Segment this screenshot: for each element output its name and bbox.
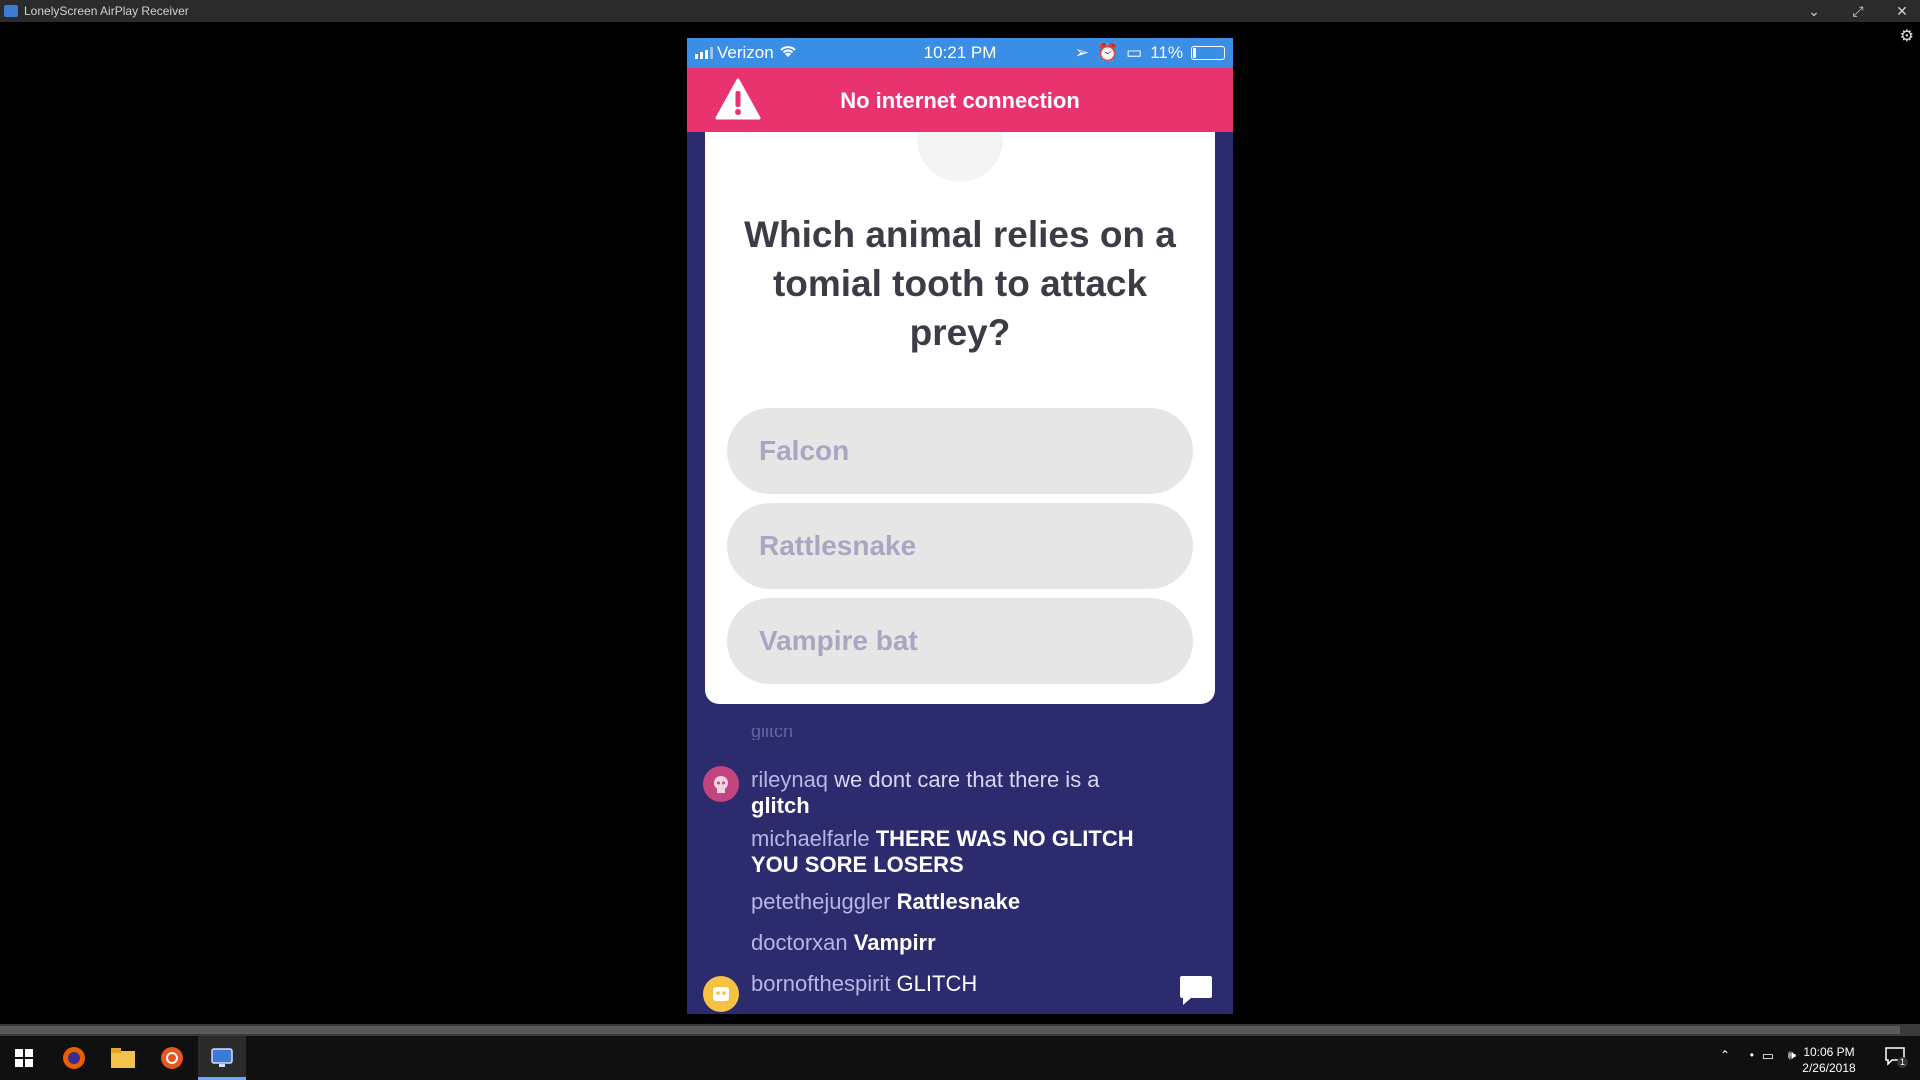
windows-start-icon[interactable] — [10, 1044, 38, 1072]
taskbar-clock[interactable]: 10:06 PM 2/26/2018 — [1794, 1044, 1864, 1076]
chat-bubble-icon[interactable] — [1179, 974, 1213, 1006]
lonelyscreen-app-icon — [4, 5, 18, 17]
windows-taskbar: ⌃ • ▭ 🕪 10:06 PM 2/26/2018 1 — [0, 1036, 1920, 1080]
timer-circle — [917, 132, 1003, 182]
chat-text: YOU SORE LOSERS — [751, 852, 964, 877]
avatar — [703, 976, 739, 1012]
chat-message: michaelfarle THERE WAS NO GLITCH YOU SOR… — [751, 826, 1171, 878]
answer-option[interactable]: Vampire bat — [727, 598, 1193, 684]
clock-date: 2/26/2018 — [1802, 1061, 1856, 1075]
answer-option[interactable]: Rattlesnake — [727, 503, 1193, 589]
chat-message: petethejuggler Rattlesnake — [751, 889, 1171, 915]
no-connection-banner: No internet connection — [687, 68, 1233, 132]
chat-text: Vampirr — [853, 930, 936, 955]
notification-icon[interactable]: 1 — [1884, 1046, 1908, 1068]
chat-username: petethejuggler — [751, 889, 891, 914]
chat-message-cutoff: glitch — [751, 728, 794, 740]
chat-message: bornofthespirit GLITCH — [751, 971, 1171, 997]
window-title: LonelyScreen AirPlay Receiver — [24, 4, 189, 18]
close-icon[interactable]: ✕ — [1894, 3, 1910, 20]
file-explorer-icon[interactable] — [109, 1044, 137, 1072]
answer-option[interactable]: Falcon — [727, 408, 1193, 494]
window-titlebar: LonelyScreen AirPlay Receiver ⌄ ⤢ ✕ — [0, 0, 1920, 22]
chevron-down-icon[interactable]: ⌄ — [1806, 3, 1822, 20]
gear-icon[interactable]: ⚙ — [1900, 26, 1914, 46]
airplay-icon: ▭ — [1126, 43, 1143, 62]
ubuntu-icon[interactable] — [158, 1044, 186, 1072]
question-card: Which animal relies on a tomial tooth to… — [705, 132, 1215, 704]
maximize-icon[interactable]: ⤢ — [1850, 3, 1866, 20]
notification-count: 1 — [1897, 1057, 1908, 1068]
chat-feed: glitch rileynaq we dont care that there … — [687, 728, 1233, 1014]
chat-text: glitch — [751, 793, 810, 818]
chat-text: Rattlesnake — [896, 889, 1021, 914]
avatar — [703, 766, 739, 802]
chat-message: rileynaq we dont care that there is a gl… — [751, 767, 1171, 819]
alarm-icon: ⏰ — [1097, 43, 1119, 62]
chevron-up-icon[interactable]: ⌃ — [1720, 1048, 1730, 1062]
chat-text: GLITCH — [896, 971, 978, 996]
chat-username: bornofthespirit — [751, 971, 891, 996]
chat-text: we dont care that there is a — [834, 767, 1100, 792]
horizontal-scrollbar[interactable] — [0, 1024, 1920, 1036]
battery-icon — [1191, 46, 1225, 60]
lonelyscreen-icon — [208, 1044, 236, 1072]
chat-username: michaelfarle — [751, 826, 870, 851]
chat-text: THERE WAS NO GLITCH — [875, 826, 1134, 851]
bluetooth-icon[interactable]: • — [1750, 1048, 1754, 1062]
battery-percent: 11% — [1150, 43, 1183, 62]
clock-time: 10:06 PM — [1803, 1045, 1855, 1059]
phone-screen: Verizon 10:21 PM ➢ ⏰ ▭ 11% No internet c… — [687, 38, 1233, 1014]
banner-message: No internet connection — [840, 88, 1080, 113]
chat-username: doctorxan — [751, 930, 848, 955]
window-controls: ⌄ ⤢ ✕ — [1806, 0, 1910, 22]
network-icon[interactable]: ▭ — [1762, 1048, 1774, 1064]
ios-status-bar: Verizon 10:21 PM ➢ ⏰ ▭ 11% — [687, 38, 1233, 68]
chat-message: doctorxan Vampirr — [751, 930, 1171, 956]
question-text: Which animal relies on a tomial tooth to… — [744, 214, 1176, 353]
firefox-icon[interactable] — [60, 1044, 88, 1072]
chat-username: rileynaq — [751, 767, 829, 792]
location-arrow-icon: ➢ — [1074, 43, 1089, 62]
